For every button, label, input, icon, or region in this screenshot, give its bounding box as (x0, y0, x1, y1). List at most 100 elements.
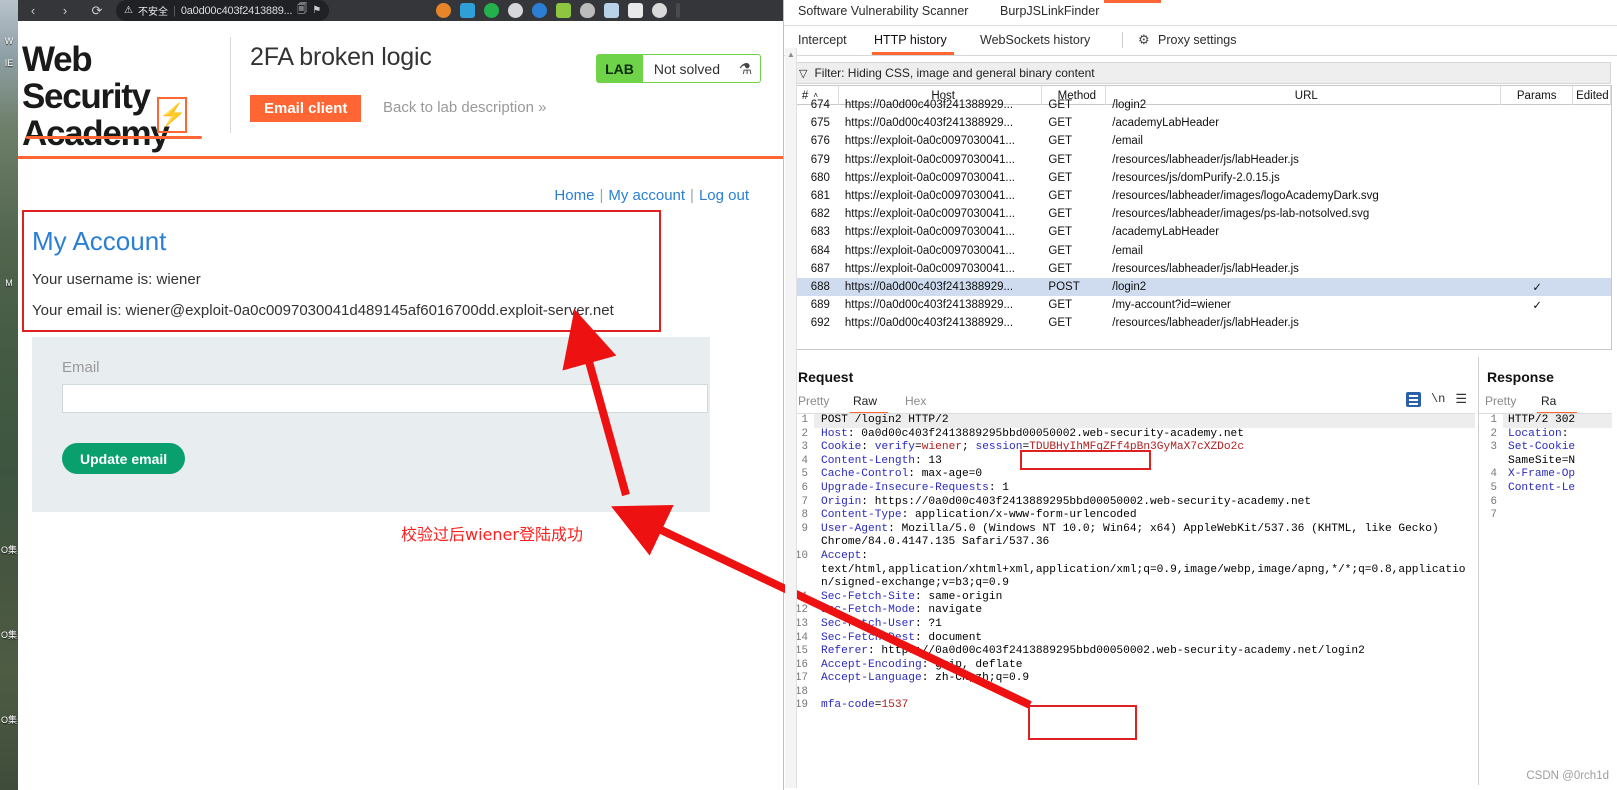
code-line: 12 Sec-Fetch-Mode: navigate (790, 604, 1475, 618)
desktop-icon-2[interactable]: M (1, 278, 17, 288)
cell-edited (1573, 96, 1611, 114)
line-number: 1 (1490, 414, 1497, 426)
tab-websockets-history[interactable]: WebSockets history (980, 33, 1090, 47)
bookmark-icon[interactable]: ⚑ (312, 5, 321, 16)
extension-icon-7[interactable] (580, 3, 595, 18)
tab-request-pretty[interactable]: Pretty (798, 394, 829, 408)
tab-intercept[interactable]: Intercept (798, 33, 847, 47)
table-row[interactable]: 675 https://0a0d00c403f241388929... GET/ac… (791, 114, 1611, 132)
table-row[interactable]: 682 https://exploit-0a0c0097030041... GET /… (791, 205, 1611, 223)
tab-software-vulnerability-scanner[interactable]: Software Vulnerability Scanner (798, 4, 968, 18)
nav-log-out[interactable]: Log out (699, 187, 749, 204)
table-row[interactable]: 689 https://0a0d00c403f241388929... GET/my… (791, 296, 1611, 314)
table-row[interactable]: 680 https://exploit-0a0c0097030041... GET /… (791, 169, 1611, 187)
table-row[interactable]: 684 https://exploit-0a0c0097030041... GET /… (791, 242, 1611, 260)
cell-num: 674 (810, 99, 830, 112)
forward-button[interactable]: › (56, 1, 74, 20)
desktop-icon-5[interactable]: O集 (1, 715, 17, 725)
extension-icon-3[interactable] (484, 3, 499, 18)
email-client-button[interactable]: Email client (250, 95, 362, 122)
table-row[interactable]: 679 https://exploit-0a0c0097030041... GET /… (791, 151, 1611, 169)
address-bar[interactable]: ⚠ 不安全 | 0a0d00c403f2413889... 🗐 ⚑ (116, 0, 330, 21)
request-body[interactable]: 1 POST /login2 HTTP/2 2 Host: 0a0d00c403f24… (790, 413, 1475, 785)
code-line: 6 (1479, 496, 1612, 510)
proxy-subtabs: Intercept HTTP history WebSockets histor… (784, 26, 1617, 56)
desktop-icon-0[interactable]: W (1, 36, 17, 46)
cell-method: GET (1048, 99, 1073, 112)
tab-request-hex[interactable]: Hex (905, 394, 926, 408)
table-row[interactable]: 688 https://0a0d00c403f241388929... POST/l… (791, 277, 1611, 297)
extension-icon-2[interactable] (460, 3, 475, 18)
cell-url: /email (1112, 244, 1143, 257)
logo-line-2: Academy (22, 114, 170, 153)
cell-method: GET (1048, 226, 1073, 239)
table-row[interactable]: 687 https://exploit-0a0c0097030041... GET /… (791, 260, 1611, 278)
burp-left-scrollbar[interactable] (785, 48, 797, 788)
newline-icon[interactable]: \n (1431, 392, 1445, 406)
update-email-button[interactable]: Update email (62, 443, 186, 474)
extension-icon-6[interactable] (556, 3, 571, 18)
cell-edited (1573, 169, 1611, 187)
code-line: 4 Content-Length: 13 (790, 455, 1475, 469)
code-line: 7 (1479, 509, 1612, 523)
table-row[interactable]: 692 https://0a0d00c403f241388929... GET/re… (791, 314, 1611, 332)
scroll-up-arrow-icon[interactable]: ▲ (786, 50, 796, 59)
line-text: Accept-Encoding: gzip, deflate (821, 658, 1023, 671)
wrap-lines-icon[interactable] (1405, 391, 1421, 407)
line-text: SameSite=N (1508, 454, 1576, 467)
tab-response-raw[interactable]: Ra (1541, 394, 1556, 408)
account-heading: My Account (32, 226, 167, 256)
lab-state: Not solved (642, 54, 731, 83)
table-row[interactable]: 681 https://exploit-0a0c0097030041... GET /… (791, 187, 1611, 205)
tab-http-history[interactable]: HTTP history (874, 33, 947, 47)
table-body: 674 https://0a0d00c403f241388929... GET/lo… (791, 96, 1611, 332)
line-text: Cache-Control: max-age=0 (821, 468, 983, 481)
tab-request-raw[interactable]: Raw (853, 394, 877, 408)
extension-icon-1[interactable] (436, 3, 451, 18)
desktop-icon-4[interactable]: O集 (1, 630, 17, 640)
extension-icon-4[interactable] (508, 3, 523, 18)
back-to-lab-description-link[interactable]: Back to lab description » (383, 99, 546, 116)
line-text: Content-Length: 13 (821, 454, 942, 467)
desktop-icon-1[interactable]: IE (1, 58, 17, 68)
cell-url: /resources/labheader/images/logoAcademyD… (1112, 190, 1379, 203)
tab-response-pretty[interactable]: Pretty (1485, 394, 1516, 408)
table-row[interactable]: 676 https://exploit-0a0c0097030041... GET /… (791, 132, 1611, 150)
proxy-settings-link[interactable]: Proxy settings (1158, 33, 1237, 47)
browser-toolbar: ‹ › ⟳ ⚠ 不安全 | 0a0d00c403f2413889... 🗐 ⚑ (18, 0, 783, 21)
nav-home[interactable]: Home (554, 187, 594, 204)
email-input[interactable] (62, 384, 708, 413)
extension-icon-9[interactable] (628, 3, 643, 18)
code-line: 1 HTTP/2 302 (1479, 414, 1612, 428)
request-toolbar: \n ☰ (1405, 391, 1467, 407)
filter-bar[interactable]: ▽ Filter: Hiding CSS, image and general … (790, 62, 1611, 84)
line-number: 2 (1490, 427, 1497, 440)
cell-num: 680 (810, 171, 830, 184)
line-text: Origin: https://0a0d00c403f2413889295bbd… (821, 495, 1312, 508)
desktop-icon-3[interactable]: O集 (1, 545, 17, 555)
reload-button[interactable]: ⟳ (88, 1, 106, 20)
cell-method: GET (1048, 171, 1073, 184)
extension-menu-icon[interactable] (676, 3, 680, 18)
extension-icon-8[interactable] (604, 3, 619, 18)
tab-burpjslinkfinder[interactable]: BurpJSLinkFinder (1000, 4, 1099, 18)
cell-method: GET (1048, 153, 1073, 166)
extension-icon-10[interactable] (652, 3, 667, 18)
http-history-table[interactable]: # ˄ Host Method URL Params Edited 674 http… (790, 85, 1612, 350)
back-button[interactable]: ‹ (24, 1, 42, 20)
table-row[interactable]: 683 https://exploit-0a0c0097030041... GET /… (791, 223, 1611, 241)
cell-params: ✓ (1532, 300, 1542, 313)
line-text: Content-Le (1508, 481, 1576, 494)
extension-icon-5[interactable] (532, 3, 547, 18)
cell-url: /resources/js/domPurify-2.0.15.js (1112, 171, 1280, 184)
gear-icon[interactable]: ⚙ (1138, 32, 1150, 48)
tab-http-history-underline (872, 52, 954, 55)
line-text: Upgrade-Insecure-Requests: 1 (821, 481, 1009, 494)
hamburger-menu-icon[interactable]: ☰ (1455, 391, 1467, 407)
translate-icon[interactable]: 🗐 (297, 2, 307, 19)
table-row[interactable]: 674 https://0a0d00c403f241388929... GET/lo… (791, 96, 1611, 114)
response-body[interactable]: 1 HTTP/2 302 2 Location: 3 Set-Cookie SameSite… (1479, 413, 1612, 785)
cell-url: /academyLabHeader (1112, 117, 1220, 130)
nav-my-account[interactable]: My account (608, 187, 685, 204)
cell-params (1501, 132, 1573, 150)
